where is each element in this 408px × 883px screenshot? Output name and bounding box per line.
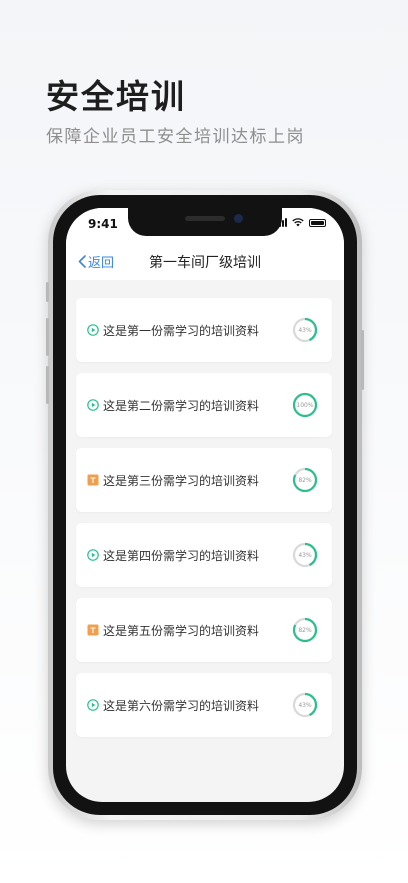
material-item[interactable]: 这是第二份需学习的培训资料 100% <box>76 373 332 437</box>
material-label: 这是第五份需学习的培训资料 <box>103 624 260 638</box>
hero-subtitle: 保障企业员工安全培训达标上岗 <box>46 127 305 147</box>
status-time: 9:41 <box>88 217 118 231</box>
nav-bar: 返回 第一车间厂级培训 <box>66 242 344 280</box>
document-icon <box>87 624 99 636</box>
volume-up-button <box>46 318 49 356</box>
speaker-grille <box>185 216 225 221</box>
material-item[interactable]: 这是第一份需学习的培训资料 43% <box>76 298 332 362</box>
material-label: 这是第六份需学习的培训资料 <box>103 699 260 713</box>
progress-text: 82% <box>298 476 312 484</box>
play-circle-icon <box>87 399 99 411</box>
mute-switch <box>46 282 49 302</box>
wifi-icon <box>292 218 304 227</box>
phone-screen: 9:41 返回 第一车间厂级培训 这是第一份需学习的培训资料 43% 这是第二份… <box>66 208 344 802</box>
phone-frame: 9:41 返回 第一车间厂级培训 这是第一份需学习的培训资料 43% 这是第二份… <box>46 190 364 820</box>
progress-text: 82% <box>298 626 312 634</box>
material-item[interactable]: 这是第四份需学习的培训资料 43% <box>76 523 332 587</box>
front-camera <box>234 214 243 223</box>
document-icon <box>87 474 99 486</box>
material-list: 这是第一份需学习的培训资料 43% 这是第二份需学习的培训资料 100% 这是第… <box>76 298 332 748</box>
progress-text: 43% <box>298 701 312 709</box>
material-label: 这是第三份需学习的培训资料 <box>103 474 260 488</box>
volume-down-button <box>46 366 49 404</box>
progress-text: 43% <box>298 326 312 334</box>
material-item[interactable]: 这是第三份需学习的培训资料 82% <box>76 448 332 512</box>
status-icons <box>276 218 326 227</box>
material-label: 这是第二份需学习的培训资料 <box>103 399 260 413</box>
page-title: 第一车间厂级培训 <box>149 255 261 271</box>
material-label: 这是第一份需学习的培训资料 <box>103 324 260 338</box>
hero-title: 安全培训 <box>46 77 186 116</box>
material-item[interactable]: 这是第六份需学习的培训资料 43% <box>76 673 332 737</box>
material-item[interactable]: 这是第五份需学习的培训资料 82% <box>76 598 332 662</box>
play-circle-icon <box>87 699 99 711</box>
play-circle-icon <box>87 324 99 336</box>
phone-notch <box>128 208 282 236</box>
play-circle-icon <box>87 549 99 561</box>
battery-icon <box>309 218 326 227</box>
progress-text: 100% <box>296 401 314 409</box>
progress-text: 43% <box>298 551 312 559</box>
power-button <box>361 330 364 390</box>
material-label: 这是第四份需学习的培训资料 <box>103 549 260 563</box>
